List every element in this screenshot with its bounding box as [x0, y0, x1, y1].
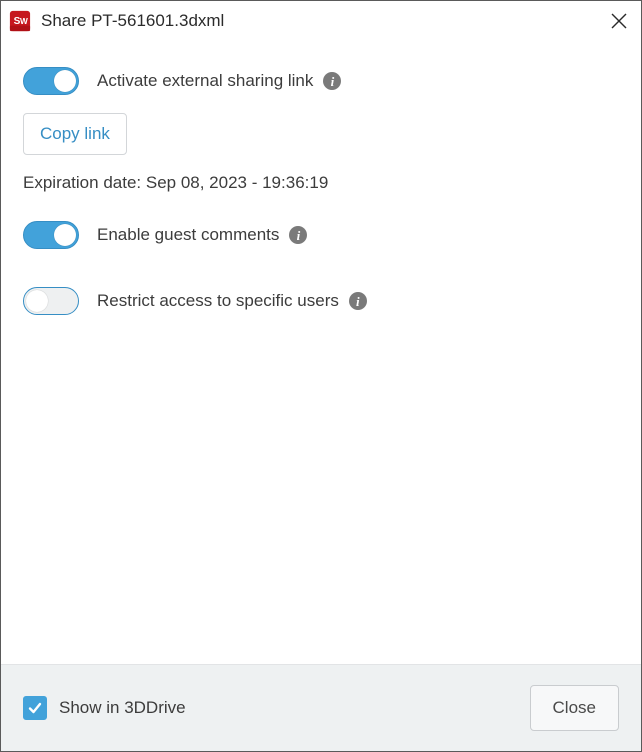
guest-comments-row: Enable guest comments i: [23, 213, 619, 257]
dialog-footer: Show in 3DDrive Close: [1, 664, 641, 751]
info-icon[interactable]: i: [289, 226, 307, 244]
restrict-access-toggle[interactable]: [23, 287, 79, 315]
copy-link-button[interactable]: Copy link: [23, 113, 127, 155]
activate-sharing-row: Activate external sharing link i: [23, 59, 619, 103]
restrict-access-label: Restrict access to specific users: [97, 291, 339, 311]
show-in-3ddrive-checkbox[interactable]: [23, 696, 47, 720]
title-bar: S W Share PT-561601.3dxml: [1, 1, 641, 41]
close-icon[interactable]: [609, 11, 629, 31]
info-icon[interactable]: i: [349, 292, 367, 310]
expiration-date-text: Expiration date: Sep 08, 2023 - 19:36:19: [23, 173, 619, 193]
guest-comments-label: Enable guest comments: [97, 225, 279, 245]
activate-sharing-toggle[interactable]: [23, 67, 79, 95]
show-in-3ddrive-label: Show in 3DDrive: [59, 698, 186, 718]
window-title: Share PT-561601.3dxml: [41, 11, 609, 31]
solidworks-icon: S W: [9, 10, 31, 32]
guest-comments-toggle[interactable]: [23, 221, 79, 249]
svg-text:W: W: [20, 17, 28, 26]
dialog-content: Activate external sharing link i Copy li…: [1, 41, 641, 664]
close-button[interactable]: Close: [530, 685, 619, 731]
info-icon[interactable]: i: [323, 72, 341, 90]
restrict-access-row: Restrict access to specific users i: [23, 279, 619, 323]
activate-sharing-label: Activate external sharing link: [97, 71, 313, 91]
